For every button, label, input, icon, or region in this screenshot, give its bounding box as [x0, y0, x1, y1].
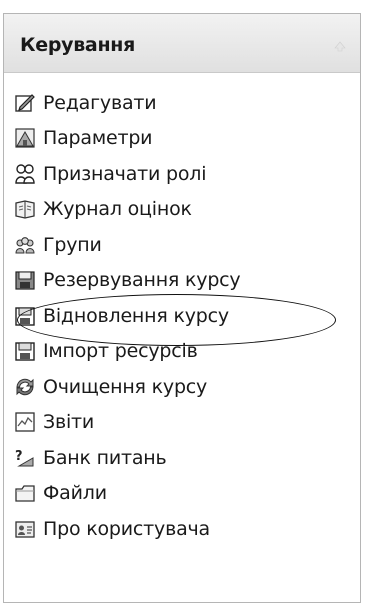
menu-item-backup[interactable]: Резервування курсу [4, 263, 360, 299]
menu-item-label: Журнал оцінок [43, 198, 192, 221]
menu-item-profile[interactable]: Про користувача [4, 511, 360, 547]
menu-item-files[interactable]: Файли [4, 476, 360, 512]
edit-icon [13, 91, 37, 115]
menu-item-label: Призначати ролі [43, 162, 207, 185]
menu-item-label: Параметри [43, 127, 153, 150]
svg-text:?: ? [15, 449, 23, 464]
menu-item-gradebook[interactable]: Журнал оцінок [4, 192, 360, 228]
menu-item-reports[interactable]: Звіти [4, 405, 360, 441]
files-icon [13, 481, 37, 505]
menu-item-settings[interactable]: Параметри [4, 121, 360, 157]
menu-item-import[interactable]: Імпорт ресурсів [4, 334, 360, 370]
admin-menu: Редагувати Параметри Призначати ролі Жур… [4, 85, 360, 547]
menu-item-label: Відновлення курсу [43, 304, 229, 327]
menu-item-restore[interactable]: Відновлення курсу [4, 298, 360, 334]
menu-item-label: Очищення курсу [43, 375, 208, 398]
menu-item-label: Файли [43, 482, 107, 505]
menu-item-label: Резервування курсу [43, 269, 241, 292]
chevron-up-icon[interactable] [332, 38, 348, 52]
menu-item-assign-roles[interactable]: Призначати ролі [4, 156, 360, 192]
question-bank-icon: ? [13, 446, 37, 470]
menu-item-label: Звіти [43, 411, 95, 434]
menu-item-label: Групи [43, 233, 102, 256]
restore-icon [13, 304, 37, 328]
reports-icon [13, 410, 37, 434]
groups-icon [13, 233, 37, 257]
profile-icon [13, 517, 37, 541]
settings-icon [13, 126, 37, 150]
menu-item-label: Банк питань [43, 446, 167, 469]
backup-icon [13, 268, 37, 292]
menu-item-label: Про користувача [43, 517, 210, 540]
menu-item-question-bank[interactable]: ? Банк питань [4, 440, 360, 476]
block-title: Керування [20, 34, 136, 56]
menu-item-reset[interactable]: Очищення курсу [4, 369, 360, 405]
menu-item-label: Імпорт ресурсів [43, 340, 198, 363]
menu-item-groups[interactable]: Групи [4, 227, 360, 263]
menu-item-label: Редагувати [43, 91, 157, 114]
roles-icon [13, 162, 37, 186]
menu-item-edit[interactable]: Редагувати [4, 85, 360, 121]
import-icon [13, 339, 37, 363]
block-header: Керування [4, 14, 360, 73]
admin-block: Керування Редагувати Параметри Призначат… [3, 13, 361, 603]
grades-icon [13, 197, 37, 221]
reset-icon [13, 375, 37, 399]
